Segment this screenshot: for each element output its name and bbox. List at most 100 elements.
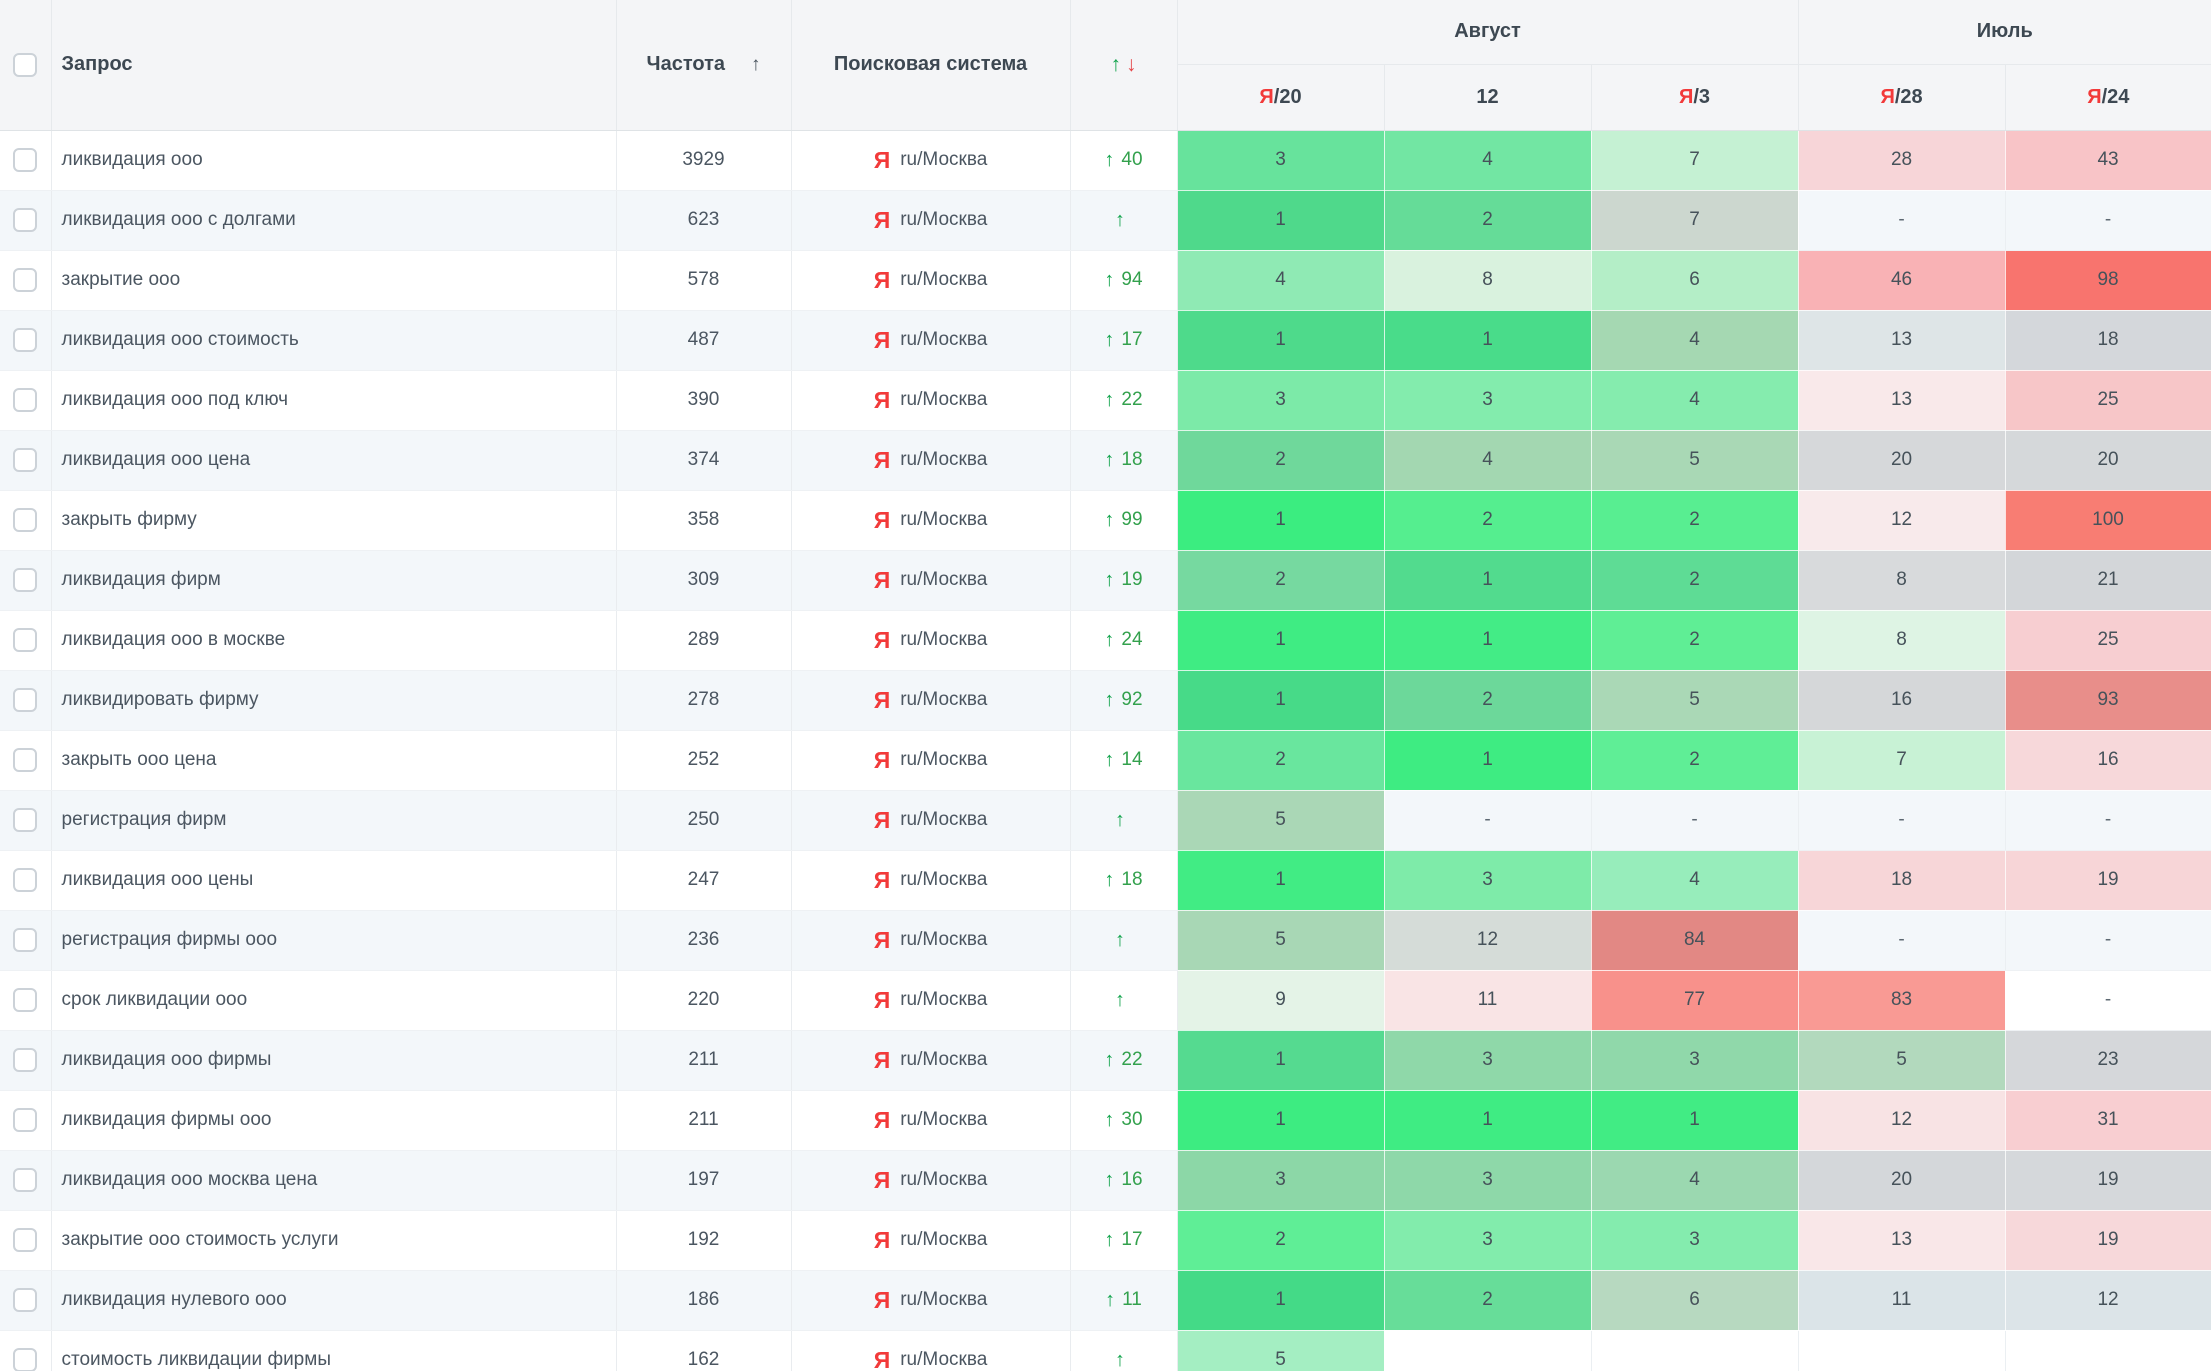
- query-label[interactable]: ликвидация ооо москва цена: [62, 1169, 318, 1190]
- row-checkbox[interactable]: [13, 1168, 37, 1192]
- query-label[interactable]: закрыть фирму: [62, 509, 197, 530]
- position-cell: [1798, 1330, 2005, 1371]
- date-header-aug-12[interactable]: 12: [1384, 64, 1591, 130]
- row-checkbox[interactable]: [13, 208, 37, 232]
- yandex-icon: Я: [1679, 86, 1693, 108]
- query-column-label: Запрос: [62, 53, 133, 75]
- date-header-aug-3[interactable]: Я/3: [1591, 64, 1798, 130]
- query-label[interactable]: ликвидация ооо цена: [62, 449, 251, 470]
- row-checkbox[interactable]: [13, 748, 37, 772]
- column-header-query[interactable]: Запрос: [51, 0, 616, 130]
- yandex-icon: Я: [874, 507, 891, 534]
- frequency-value: 3929: [616, 130, 791, 190]
- query-label[interactable]: закрытие ооо стоимость услуги: [62, 1229, 339, 1250]
- row-checkbox[interactable]: [13, 1348, 37, 1371]
- query-label[interactable]: ликвидация ооо: [62, 149, 203, 170]
- change-cell: ↑ 40: [1070, 130, 1177, 190]
- row-checkbox[interactable]: [13, 808, 37, 832]
- position-cell: 19: [2005, 1150, 2211, 1210]
- position-cell: 3: [1384, 850, 1591, 910]
- row-checkbox[interactable]: [13, 1288, 37, 1312]
- row-checkbox[interactable]: [13, 868, 37, 892]
- date-header-jul-24[interactable]: Я/24: [2005, 64, 2211, 130]
- query-label[interactable]: ликвидация фирмы ооо: [62, 1109, 272, 1130]
- engine-cell: Я ru/Москва: [791, 1150, 1070, 1210]
- query-label[interactable]: регистрация фирм: [62, 809, 227, 830]
- row-checkbox[interactable]: [13, 1108, 37, 1132]
- engine-region-label: ru/Москва: [900, 1349, 987, 1371]
- yandex-icon: Я: [874, 447, 891, 474]
- query-label[interactable]: ликвидация нулевого ооо: [62, 1289, 287, 1310]
- arrow-up-icon: ↑: [1104, 569, 1114, 592]
- frequency-value: 278: [616, 670, 791, 730]
- row-checkbox[interactable]: [13, 628, 37, 652]
- query-label[interactable]: ликвидация фирм: [62, 569, 221, 590]
- query-label[interactable]: закрыть ооо цена: [62, 749, 217, 770]
- position-cell: -: [1591, 790, 1798, 850]
- position-cell: 16: [2005, 730, 2211, 790]
- row-checkbox[interactable]: [13, 448, 37, 472]
- engine-region-label: ru/Москва: [900, 449, 987, 471]
- engine-region-label: ru/Москва: [900, 809, 987, 831]
- query-label[interactable]: ликвидация ооо с долгами: [62, 209, 296, 230]
- frequency-value: 390: [616, 370, 791, 430]
- change-cell: ↑ 99: [1070, 490, 1177, 550]
- query-label[interactable]: ликвидировать фирму: [62, 689, 259, 710]
- sort-asc-icon[interactable]: ↑: [751, 54, 761, 76]
- date-label: /3: [1693, 86, 1710, 108]
- column-header-change[interactable]: ↑ ↓: [1070, 0, 1177, 130]
- select-all-checkbox[interactable]: [13, 53, 37, 77]
- position-cell: 11: [1798, 1270, 2005, 1330]
- row-checkbox-cell: [0, 490, 51, 550]
- query-label[interactable]: ликвидация ооо стоимость: [62, 329, 299, 350]
- frequency-value: 289: [616, 610, 791, 670]
- row-checkbox[interactable]: [13, 508, 37, 532]
- position-cell: 1: [1177, 850, 1384, 910]
- query-label[interactable]: срок ликвидации ооо: [62, 989, 248, 1010]
- query-label[interactable]: ликвидация ооо под ключ: [62, 389, 289, 410]
- row-checkbox[interactable]: [13, 328, 37, 352]
- row-checkbox[interactable]: [13, 388, 37, 412]
- date-header-aug-20[interactable]: Я/20: [1177, 64, 1384, 130]
- change-cell: ↑ 30: [1070, 1090, 1177, 1150]
- position-cell: 1: [1177, 490, 1384, 550]
- query-cell: ликвидация фирмы ооо: [51, 1090, 616, 1150]
- query-cell: закрыть фирму: [51, 490, 616, 550]
- yandex-icon: Я: [1880, 86, 1894, 108]
- query-label[interactable]: стоимость ликвидации фирмы: [62, 1349, 331, 1370]
- arrow-up-icon: ↑: [1115, 1349, 1125, 1371]
- engine-cell: Я ru/Москва: [791, 850, 1070, 910]
- query-label[interactable]: регистрация фирмы ооо: [62, 929, 278, 950]
- query-label[interactable]: ликвидация ооо в москве: [62, 629, 286, 650]
- position-cell: 12: [1798, 1090, 2005, 1150]
- yandex-icon: Я: [874, 807, 891, 834]
- change-cell: ↑: [1070, 190, 1177, 250]
- row-checkbox[interactable]: [13, 568, 37, 592]
- position-cell: 93: [2005, 670, 2211, 730]
- date-header-jul-28[interactable]: Я/28: [1798, 64, 2005, 130]
- row-checkbox[interactable]: [13, 148, 37, 172]
- row-checkbox[interactable]: [13, 988, 37, 1012]
- position-cell: 2: [1384, 1270, 1591, 1330]
- row-checkbox[interactable]: [13, 268, 37, 292]
- frequency-value: 211: [616, 1090, 791, 1150]
- row-checkbox[interactable]: [13, 1048, 37, 1072]
- query-label[interactable]: закрытие ооо: [62, 269, 181, 290]
- change-value: 19: [1121, 569, 1142, 591]
- column-header-frequency[interactable]: Частота ↑: [616, 0, 791, 130]
- yandex-icon: Я: [874, 147, 891, 174]
- row-checkbox-cell: [0, 1210, 51, 1270]
- position-cell: 8: [1798, 550, 2005, 610]
- row-checkbox[interactable]: [13, 1228, 37, 1252]
- yandex-icon: Я: [2087, 86, 2101, 108]
- row-checkbox[interactable]: [13, 688, 37, 712]
- row-checkbox[interactable]: [13, 928, 37, 952]
- query-label[interactable]: ликвидация ооо цены: [62, 869, 254, 890]
- frequency-value: 162: [616, 1330, 791, 1371]
- month-label: Август: [1454, 20, 1521, 42]
- position-cell: 2: [1591, 550, 1798, 610]
- position-cell: 1: [1177, 310, 1384, 370]
- month-group-august: Август: [1177, 0, 1798, 64]
- table-row: ликвидация ооо цена 374 Я ru/Москва ↑ 18…: [0, 430, 2211, 490]
- query-label[interactable]: ликвидация ооо фирмы: [62, 1049, 272, 1070]
